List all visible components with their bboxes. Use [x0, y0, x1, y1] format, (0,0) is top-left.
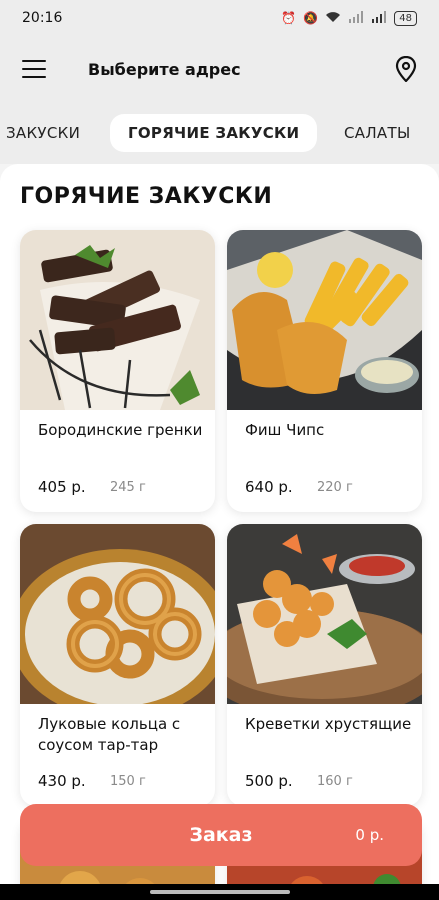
category-tabs: ЗАКУСКИ ГОРЯЧИЕ ЗАКУСКИ САЛАТЫ: [0, 102, 439, 164]
product-card[interactable]: Луковые кольца с соусом тар-тар 430 р. 1…: [20, 524, 215, 806]
status-time: 20:16: [22, 10, 63, 26]
header: Выберите адрес: [0, 36, 439, 102]
mute-icon: 🔕: [303, 11, 319, 25]
product-weight: 245 г: [110, 480, 146, 495]
location-pin-icon[interactable]: [395, 56, 417, 82]
product-price: 640 р.: [245, 478, 293, 496]
alarm-icon: ⏰: [281, 11, 297, 25]
address-selector[interactable]: Выберите адрес: [88, 60, 241, 79]
status-bar: 20:16 ⏰ 🔕 48: [0, 0, 439, 36]
product-card[interactable]: Бородинские гренки 405 р. 245 г: [20, 230, 215, 512]
product-name: Креветки хрустящие: [245, 715, 412, 733]
product-card[interactable]: Фиш Чипс 640 р. 220 г: [227, 230, 422, 512]
order-button[interactable]: Заказ 0 р.: [20, 804, 422, 866]
tab-goryachie-zakuski[interactable]: ГОРЯЧИЕ ЗАКУСКИ: [110, 114, 318, 152]
product-name: Фиш Чипс: [245, 421, 325, 439]
product-image-crispy-shrimp: [227, 524, 422, 704]
product-weight: 160 г: [317, 774, 353, 789]
signal-icon: [348, 10, 364, 26]
product-name: Бородинские гренки: [38, 421, 203, 439]
product-name: Луковые кольца с соусом тар-тар: [38, 715, 181, 754]
product-image-fish-and-chips: [227, 230, 422, 410]
signal-icon-2: [371, 10, 387, 26]
product-weight: 150 г: [110, 774, 146, 789]
product-price: 405 р.: [38, 478, 86, 496]
tab-zakuski[interactable]: ЗАКУСКИ: [6, 124, 80, 142]
battery-icon: 48: [394, 10, 417, 26]
menu-content: ГОРЯЧИЕ ЗАКУСКИ Бородинские гренки 405 р…: [0, 164, 439, 900]
wifi-icon: [325, 11, 341, 26]
product-image-onion-rings: [20, 524, 215, 704]
system-nav-bar: [0, 884, 439, 900]
product-price: 500 р.: [245, 772, 293, 790]
menu-icon[interactable]: [22, 60, 46, 78]
product-card[interactable]: Креветки хрустящие 500 р. 160 г: [227, 524, 422, 806]
tab-salaty[interactable]: САЛАТЫ: [344, 124, 410, 142]
home-handle[interactable]: [150, 890, 290, 894]
product-weight: 220 г: [317, 480, 353, 495]
status-icons: ⏰ 🔕 48: [281, 10, 417, 26]
section-title: ГОРЯЧИЕ ЗАКУСКИ: [20, 184, 273, 209]
order-total: 0 р.: [355, 826, 384, 844]
product-image-croutons: [20, 230, 215, 410]
product-price: 430 р.: [38, 772, 86, 790]
